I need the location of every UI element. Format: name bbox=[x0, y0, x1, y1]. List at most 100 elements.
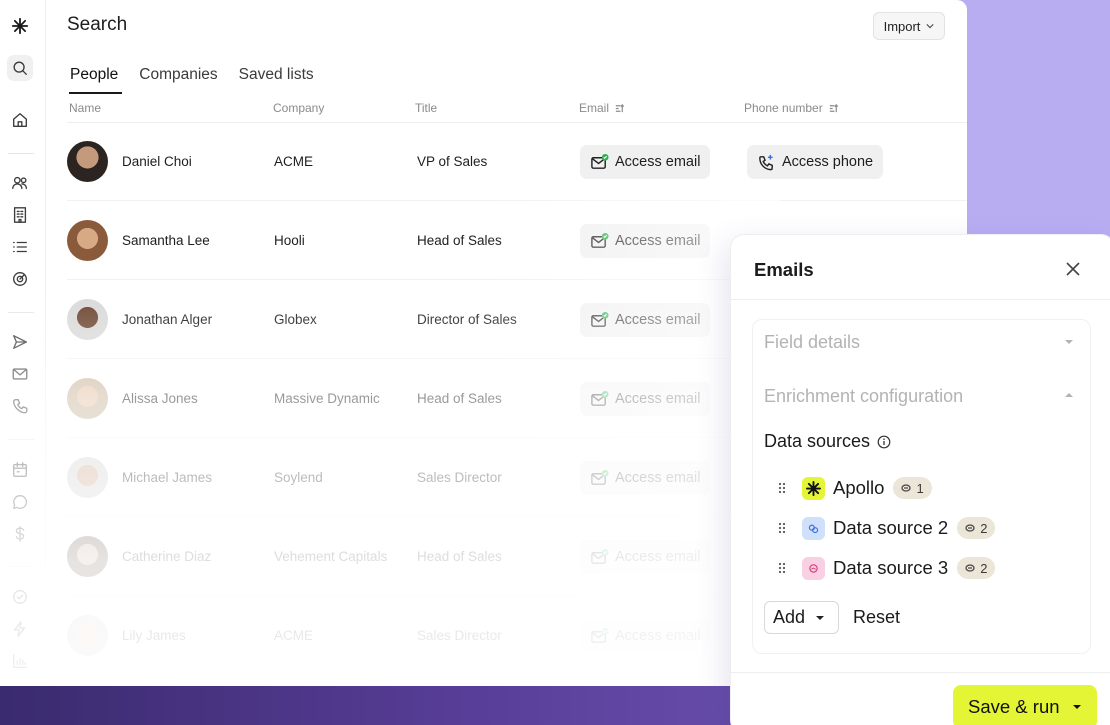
reset-button[interactable]: Reset bbox=[853, 607, 900, 628]
link-icon bbox=[965, 524, 975, 532]
verified-mail-icon bbox=[591, 627, 609, 643]
count-value: 2 bbox=[980, 520, 988, 536]
verified-mail-icon bbox=[591, 232, 609, 248]
verified-mail-icon bbox=[591, 548, 609, 564]
data-source-item[interactable]: Data source 2 2 bbox=[777, 515, 996, 541]
people-icon[interactable] bbox=[7, 170, 33, 196]
drag-handle-icon[interactable] bbox=[777, 522, 787, 534]
enrich-icon bbox=[829, 103, 838, 112]
save-and-run-label: Save & run bbox=[968, 696, 1060, 717]
add-data-source-button[interactable]: Add bbox=[764, 601, 839, 634]
data-source-item[interactable]: Data source 3 2 bbox=[777, 555, 996, 581]
access-email-button[interactable]: Access email bbox=[580, 145, 711, 179]
calendar-icon[interactable] bbox=[7, 457, 33, 483]
apollo-logo-icon bbox=[802, 476, 825, 500]
avatar bbox=[67, 615, 108, 656]
job-title: Head of Sales bbox=[417, 549, 502, 564]
job-title: VP of Sales bbox=[417, 154, 488, 169]
search-icon[interactable] bbox=[7, 55, 33, 81]
data-source-label: Data source 3 bbox=[833, 557, 949, 578]
data-source-label: Apollo bbox=[833, 477, 885, 498]
home-icon[interactable] bbox=[7, 107, 33, 133]
count-badge: 2 bbox=[957, 557, 996, 579]
sidebar-divider bbox=[8, 153, 34, 154]
company-name: ACME bbox=[274, 628, 314, 643]
panel-divider bbox=[731, 672, 1110, 673]
data-sources-heading: Data sources bbox=[764, 431, 891, 452]
avatar bbox=[67, 378, 108, 419]
person-name: Samantha Lee bbox=[122, 233, 210, 248]
close-icon[interactable] bbox=[1064, 260, 1082, 278]
chart-icon[interactable] bbox=[7, 648, 33, 674]
caret-down-icon[interactable] bbox=[1072, 704, 1082, 710]
tab-saved-lists[interactable]: Saved lists bbox=[239, 66, 314, 94]
access-email-button[interactable]: Access email bbox=[580, 461, 711, 495]
page-title: Search bbox=[67, 14, 128, 35]
field-details-toggle[interactable]: Field details bbox=[764, 332, 860, 353]
column-header-company-label: Company bbox=[273, 101, 325, 115]
access-email-button[interactable]: Access email bbox=[580, 540, 711, 574]
logo-icon[interactable] bbox=[7, 13, 33, 39]
add-label: Add bbox=[773, 607, 806, 627]
access-email-label: Access email bbox=[615, 470, 701, 486]
chevron-down-icon bbox=[926, 24, 934, 29]
avatar bbox=[67, 299, 108, 340]
phone-icon[interactable] bbox=[7, 393, 33, 419]
link-icon bbox=[901, 484, 912, 492]
verified-mail-icon bbox=[591, 311, 609, 327]
data-source-item[interactable]: Apollo 1 bbox=[777, 475, 932, 501]
dollar-icon[interactable] bbox=[7, 521, 33, 547]
phone-plus-icon bbox=[759, 154, 773, 170]
building-icon[interactable] bbox=[7, 202, 33, 228]
emails-panel: Emails Field details Enrichment configur… bbox=[730, 234, 1110, 725]
access-email-label: Access email bbox=[615, 154, 701, 170]
access-email-button[interactable]: Access email bbox=[580, 224, 711, 258]
person-name: Jonathan Alger bbox=[122, 312, 213, 327]
tab-people[interactable]: People bbox=[68, 66, 123, 94]
sidebar bbox=[0, 0, 46, 686]
column-header-name[interactable]: Name bbox=[69, 101, 101, 115]
column-header-company[interactable]: Company bbox=[273, 101, 324, 115]
access-email-button[interactable]: Access email bbox=[580, 303, 711, 337]
person-name: Alissa Jones bbox=[122, 391, 198, 406]
job-title: Head of Sales bbox=[417, 233, 502, 248]
count-badge: 1 bbox=[893, 477, 932, 499]
bolt-icon[interactable] bbox=[7, 616, 33, 642]
table-row[interactable]: Daniel Choi ACME VP of Sales Access emai… bbox=[47, 122, 967, 201]
drag-handle-icon[interactable] bbox=[777, 482, 787, 494]
enrichment-configuration-toggle[interactable]: Enrichment configuration bbox=[764, 386, 963, 407]
caret-up-icon[interactable] bbox=[1064, 392, 1074, 398]
data-source-label: Data source 2 bbox=[833, 517, 949, 538]
avatar bbox=[67, 536, 108, 577]
avatar bbox=[67, 141, 108, 182]
mail-icon[interactable] bbox=[7, 361, 33, 387]
drag-handle-icon[interactable] bbox=[777, 562, 787, 574]
save-and-run-button[interactable]: Save & run bbox=[953, 685, 1097, 725]
access-email-label: Access email bbox=[615, 628, 701, 644]
column-header-title[interactable]: Title bbox=[415, 101, 437, 115]
verified-mail-icon bbox=[591, 390, 609, 406]
caret-down-icon[interactable] bbox=[1064, 339, 1074, 345]
info-icon[interactable] bbox=[877, 435, 891, 449]
data-source-icon bbox=[802, 556, 825, 580]
link-icon bbox=[965, 564, 975, 572]
sidebar-divider bbox=[8, 312, 34, 313]
data-source-icon bbox=[802, 516, 825, 540]
access-email-button[interactable]: Access email bbox=[580, 619, 711, 653]
person-name: Lily James bbox=[122, 628, 186, 643]
radar-icon[interactable] bbox=[7, 266, 33, 292]
sidebar-divider bbox=[8, 439, 34, 440]
list-icon[interactable] bbox=[7, 234, 33, 260]
access-email-button[interactable]: Access email bbox=[580, 382, 711, 416]
count-value: 1 bbox=[916, 480, 924, 496]
tab-companies[interactable]: Companies bbox=[139, 66, 217, 94]
chat-icon[interactable] bbox=[7, 489, 33, 515]
send-icon[interactable] bbox=[7, 329, 33, 355]
data-sources-title: Data sources bbox=[764, 431, 871, 451]
column-header-email[interactable]: Email bbox=[579, 101, 625, 115]
access-phone-button[interactable]: Access phone bbox=[747, 145, 884, 179]
check-circle-icon[interactable] bbox=[7, 584, 33, 610]
company-name: ACME bbox=[274, 154, 314, 169]
column-header-phone[interactable]: Phone number bbox=[744, 101, 839, 115]
import-button[interactable]: Import bbox=[873, 12, 945, 40]
